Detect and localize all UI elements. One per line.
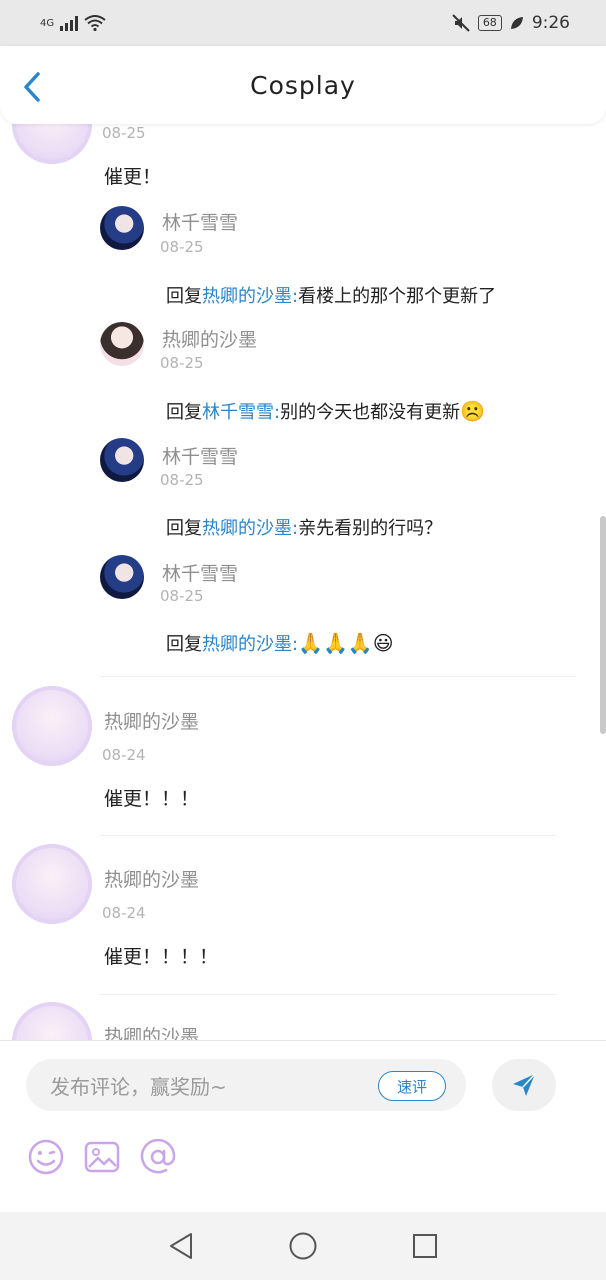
emoji-icon (28, 1139, 64, 1175)
screen: 4G 68 9:26 Cosplay 08-25 催更！ 林千雪雪 08-25 … (0, 0, 606, 1280)
comment-date: 08-24 (102, 746, 146, 764)
at-icon (140, 1138, 176, 1174)
reply-body: 看楼上的那个那个更新了 (298, 286, 497, 307)
mention-link[interactable]: 热卿的沙墨 (202, 518, 292, 539)
recents-square-icon (413, 1234, 437, 1258)
avatar[interactable] (12, 1002, 92, 1040)
mention-link[interactable]: 热卿的沙墨 (202, 634, 292, 655)
comment-input-placeholder: 发布评论，赢奖励~ (50, 1074, 227, 1099)
avatar[interactable] (12, 124, 92, 164)
comment-text: 催更！！！ (104, 788, 200, 810)
reply-date: 08-25 (160, 238, 204, 256)
signal-icon (60, 15, 79, 31)
quick-comment-button[interactable]: 速评 (378, 1071, 446, 1101)
reply-prefix: 回复 (166, 634, 202, 655)
clock: 9:26 (531, 13, 570, 33)
comment-list[interactable]: 08-25 催更！ 林千雪雪 08-25 回复热卿的沙墨:看楼上的那个那个更新了… (0, 124, 606, 1040)
reply-username[interactable]: 林千雪雪 (162, 559, 238, 586)
avatar[interactable] (12, 686, 92, 766)
nav-back-button[interactable] (161, 1226, 201, 1266)
mention-button[interactable] (138, 1137, 178, 1177)
mention-link[interactable]: 热卿的沙墨 (202, 286, 292, 307)
reply-text: 回复林千雪雪:别的今天也都没有更新☹️ (166, 398, 485, 424)
comment-username[interactable]: 热卿的沙墨 (104, 707, 199, 734)
reply-text: 回复热卿的沙墨:看楼上的那个那个更新了 (166, 282, 496, 308)
back-triangle-icon (170, 1233, 192, 1259)
network-label: 4G (40, 17, 55, 29)
reply-body: 别的今天也都没有更新 (280, 402, 461, 423)
system-nav-bar (0, 1212, 606, 1280)
battery-level: 68 (482, 16, 497, 29)
battery-icon: 68 (477, 15, 502, 31)
nav-home-button[interactable] (283, 1226, 323, 1266)
divider (100, 676, 576, 677)
reply-prefix: 回复 (166, 402, 202, 423)
comment-date: 08-24 (102, 904, 146, 922)
reply-username[interactable]: 林千雪雪 (162, 208, 238, 235)
divider (100, 994, 556, 995)
reply-text: 回复热卿的沙墨:🙏🙏🙏😃 (166, 630, 394, 656)
nav-recents-button[interactable] (405, 1226, 445, 1266)
image-icon (84, 1141, 120, 1173)
send-button[interactable] (492, 1059, 556, 1111)
avatar[interactable] (100, 438, 144, 482)
comment-date: 08-25 (102, 124, 146, 142)
avatar[interactable] (100, 322, 144, 366)
reply-date: 08-25 (160, 587, 204, 605)
status-bar: 4G 68 9:26 (0, 0, 606, 46)
avatar[interactable] (12, 844, 92, 924)
sad-emoji-icon: ☹️ (460, 399, 485, 423)
reply-date: 08-25 (160, 471, 204, 489)
reply-username[interactable]: 林千雪雪 (162, 442, 238, 469)
image-button[interactable] (82, 1137, 122, 1177)
reply-prefix: 回复 (166, 518, 202, 539)
avatar[interactable] (100, 206, 144, 250)
wifi-icon (84, 15, 106, 31)
prayer-emoji-icon: 🙏🙏🙏😃 (298, 631, 394, 655)
reply-text: 回复热卿的沙墨:亲先看别的行吗？ (166, 514, 442, 540)
avatar[interactable] (100, 555, 144, 599)
reply-prefix: 回复 (166, 286, 202, 307)
comment-text: 催更！ (104, 166, 162, 188)
chevron-left-icon (24, 72, 40, 102)
comment-composer: 发布评论，赢奖励~ 速评 (0, 1040, 606, 1212)
mention-link[interactable]: 林千雪雪 (202, 402, 274, 423)
comment-username[interactable]: 热卿的沙墨 (104, 1022, 199, 1040)
reply-date: 08-25 (160, 354, 204, 372)
comment-username[interactable]: 热卿的沙墨 (104, 865, 199, 892)
divider (100, 835, 556, 836)
home-circle-icon (289, 1232, 317, 1260)
reply-body: 亲先看别的行吗？ (298, 518, 443, 539)
back-button[interactable] (18, 70, 48, 104)
scrollbar[interactable] (600, 516, 606, 734)
reply-username[interactable]: 热卿的沙墨 (162, 325, 257, 352)
emoji-button[interactable] (26, 1137, 66, 1177)
send-icon (513, 1073, 536, 1096)
app-header: Cosplay (0, 46, 606, 124)
leaf-icon (510, 17, 523, 29)
page-title: Cosplay (250, 70, 356, 100)
mute-icon (452, 14, 470, 32)
comment-text: 催更！！！！ (104, 946, 219, 968)
